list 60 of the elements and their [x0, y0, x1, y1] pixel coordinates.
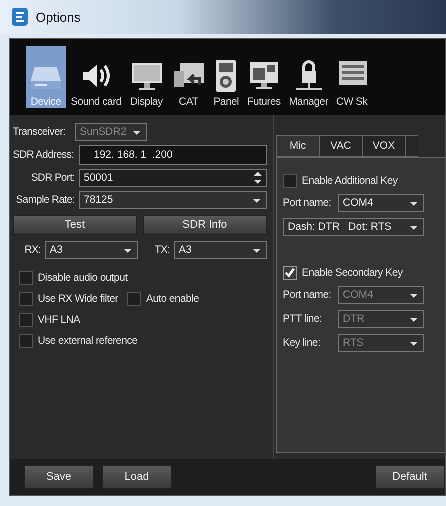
field-label: SDR Address:: [13, 149, 75, 161]
tab[interactable]: [405, 135, 418, 157]
rx-dropdown[interactable]: A3: [45, 241, 138, 259]
caret-icon: [410, 342, 418, 346]
field-label: Transceiver:: [13, 126, 67, 138]
checkbox-label: Enable Secondary Key: [302, 267, 403, 279]
tab[interactable]: VOX: [362, 135, 405, 157]
checkbox-label: Disable audio output: [38, 272, 128, 284]
checkbox[interactable]: [19, 271, 33, 285]
field-label: PTT line:: [283, 313, 324, 325]
dropdown[interactable]: COM4: [338, 194, 424, 212]
caret-icon: [253, 199, 261, 203]
field-label: Port name:: [283, 197, 332, 209]
footer-button[interactable]: Default: [375, 465, 445, 489]
checkbox[interactable]: [19, 313, 33, 327]
caret-icon: [410, 226, 418, 230]
checkbox[interactable]: [19, 334, 33, 348]
caret-icon: [124, 249, 132, 253]
field-label: Key line:: [283, 337, 322, 349]
toolbar-button[interactable]: Panel: [210, 46, 242, 108]
toolbar-button[interactable]: CAT: [168, 46, 209, 108]
action-button[interactable]: SDR Info: [143, 215, 267, 235]
sample-rate-dropdown[interactable]: 78125: [79, 191, 267, 209]
toolbar-button[interactable]: CW Sk: [333, 46, 371, 108]
field-label: RX:: [24, 244, 41, 256]
footer-button[interactable]: Load: [102, 465, 172, 489]
footer-button[interactable]: Save: [24, 465, 94, 489]
toolbar-button[interactable]: Sound card: [68, 46, 125, 108]
checkbox[interactable]: [19, 292, 33, 306]
tab[interactable]: VAC: [319, 135, 362, 157]
port-spinbox[interactable]: 50001: [79, 169, 267, 187]
checkbox-label: Use RX Wide filter: [38, 293, 118, 305]
caret-icon: [133, 131, 141, 135]
speaker-box-icon: [214, 59, 238, 93]
caret-icon: [253, 249, 261, 253]
tx-dropdown[interactable]: A3: [174, 241, 267, 259]
toolbar-button[interactable]: Futures: [244, 46, 284, 108]
dropdown[interactable]: Dash: DTR Dot: RTS: [283, 218, 424, 236]
app-icon: [12, 8, 28, 26]
caret-icon: [410, 202, 418, 206]
checkbox-label: Use external reference: [38, 335, 138, 347]
field-label: Port name:: [283, 289, 332, 301]
address-field[interactable]: 192. 168. 1 .200: [79, 145, 267, 165]
checkbox[interactable]: [283, 174, 297, 188]
action-button[interactable]: Test: [13, 215, 137, 235]
caret-icon: [410, 294, 418, 298]
checkbox[interactable]: [127, 292, 142, 306]
checkbox-label: Enable Additional Key: [302, 175, 398, 187]
checkbox-label: VHF LNA: [38, 314, 80, 326]
checkbox[interactable]: [283, 266, 297, 280]
toolbar-button[interactable]: Display: [126, 46, 167, 108]
tab[interactable]: Mic: [276, 135, 319, 157]
window-title: Options: [36, 10, 81, 24]
spinner-icon: [254, 171, 262, 185]
field-label: TX:: [154, 244, 170, 256]
field-label: SDR Port:: [30, 172, 75, 184]
toolbar-button[interactable]: Manager: [286, 46, 332, 108]
field-label: Sample Rate:: [15, 194, 75, 206]
checkbox-label: Auto enable: [146, 293, 200, 305]
caret-icon: [410, 318, 418, 322]
